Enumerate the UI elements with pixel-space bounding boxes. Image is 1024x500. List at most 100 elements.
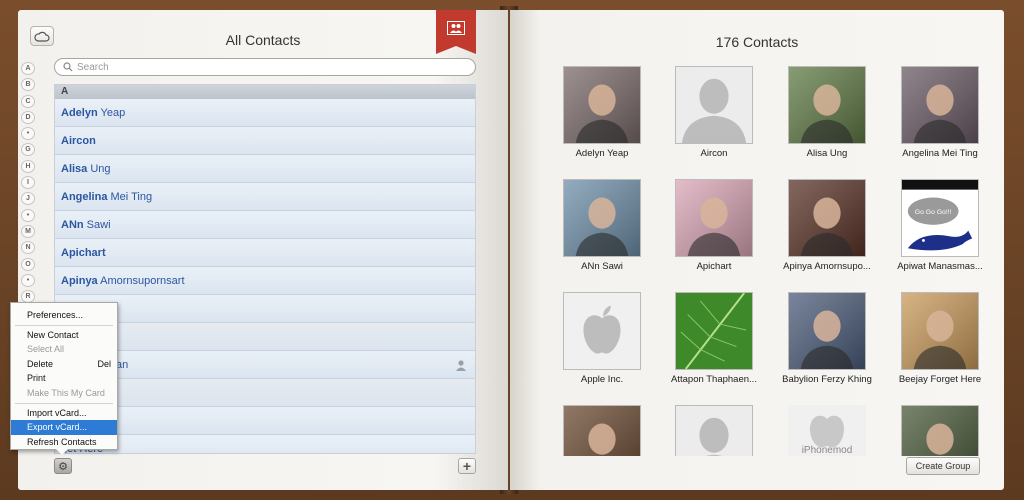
settings-gear-button[interactable]: ⚙	[54, 458, 72, 474]
contact-row[interactable]: Apinya Amornsupornsart	[55, 267, 475, 295]
contact-card[interactable]: Aircon	[664, 66, 764, 159]
contact-card-name: Angelina Mei Ting	[902, 148, 978, 159]
menu-item[interactable]: Preferences...	[11, 308, 117, 323]
menu-item[interactable]: New Contact	[11, 328, 117, 343]
contact-card[interactable]: Attapon Thaphaen...	[664, 292, 764, 385]
index-letter[interactable]: •	[21, 127, 35, 141]
profile-photo	[564, 67, 640, 143]
section-header: A	[55, 85, 475, 99]
contact-card[interactable]: Go Go Go!!! Apiwat Manasmas...	[890, 179, 982, 272]
contact-photo	[563, 179, 641, 257]
contact-card[interactable]: Babylion Ferzy Khing	[777, 292, 877, 385]
right-page: 176 Contacts Adelyn Yeap Aircon Alisa Ung A…	[510, 10, 1004, 490]
index-letter[interactable]: •	[21, 273, 35, 287]
person-placeholder-icon	[676, 67, 752, 143]
contact-row[interactable]: get Here	[55, 435, 475, 453]
contact-last-name: Yeap	[97, 107, 126, 119]
menu-item[interactable]: Delete Del	[11, 357, 117, 372]
profile-photo	[564, 180, 640, 256]
menu-item: Make This My Card	[11, 386, 117, 401]
contact-row[interactable]: Apichart	[55, 239, 475, 267]
index-letter[interactable]: C	[21, 94, 35, 108]
contact-row[interactable]: Angelina Mei Ting	[55, 183, 475, 211]
menu-item: Select All	[11, 342, 117, 357]
contact-card-name: Apiwat Manasmas...	[897, 261, 982, 272]
contact-row[interactable]: erzy Khing	[55, 407, 475, 435]
contact-card-name: Apple Inc.	[580, 374, 624, 385]
contact-row[interactable]: Alisa Ung	[55, 155, 475, 183]
contact-card[interactable]: Alisa Ung	[777, 66, 877, 159]
contact-last-name: Mei Ting	[107, 191, 153, 203]
menu-item-label: Preferences...	[27, 310, 84, 320]
contact-row[interactable]	[55, 323, 475, 351]
contact-row[interactable]	[55, 379, 475, 407]
contact-card[interactable]: Apinya Amornsupo...	[777, 179, 877, 272]
contact-row[interactable]: ANn Sawi	[55, 211, 475, 239]
profile-photo	[902, 406, 978, 456]
index-letter[interactable]: H	[21, 159, 35, 173]
profile-photo	[676, 180, 752, 256]
index-letter[interactable]: A	[21, 62, 35, 75]
contact-card[interactable]: Angelina Mei Ting	[890, 66, 982, 159]
contact-first-name: ANn	[61, 219, 84, 231]
contact-card[interactable]: Apple Inc.	[552, 292, 652, 385]
contact-photo	[788, 292, 866, 370]
menu-item[interactable]: Print	[11, 371, 117, 386]
create-group-button[interactable]: Create Group	[906, 457, 980, 475]
contact-photo	[901, 66, 979, 144]
index-letter[interactable]: N	[21, 241, 35, 255]
index-letter[interactable]: J	[21, 192, 35, 206]
contact-card[interactable]: ANn Sawi	[552, 179, 652, 272]
search-input[interactable]: Search	[54, 58, 476, 76]
contact-card[interactable]: Adelyn Yeap	[552, 66, 652, 159]
contact-card[interactable]	[664, 405, 764, 456]
leaf-photo	[676, 293, 752, 369]
contact-card-name: Babylion Ferzy Khing	[782, 374, 872, 385]
contact-card-grid: Adelyn Yeap Aircon Alisa Ung Angelina Mei T…	[552, 56, 982, 456]
menu-separator	[15, 324, 113, 326]
menu-item-label: Delete	[27, 358, 54, 369]
menu-item-label: Import vCard...	[27, 407, 87, 418]
contact-photo	[675, 179, 753, 257]
index-letter[interactable]: G	[21, 143, 35, 157]
index-letter[interactable]: M	[21, 224, 35, 238]
contact-card[interactable]	[890, 405, 982, 456]
contact-photo: iPhonemod	[788, 405, 866, 456]
contact-photo	[788, 179, 866, 257]
contact-first-name: Angelina	[61, 191, 108, 203]
index-letter[interactable]: B	[21, 78, 35, 92]
contact-card[interactable]: Apichart	[664, 179, 764, 272]
iphonemod-watermark: iPhonemod	[788, 405, 866, 456]
gear-icon: ⚙	[58, 460, 68, 473]
contact-card-name: Alisa Ung	[806, 148, 848, 159]
contact-row[interactable]: Aircon	[55, 127, 475, 155]
whale-image: Go Go Go!!!	[902, 180, 978, 256]
page-title: All Contacts	[225, 32, 301, 48]
profile-photo	[902, 293, 978, 369]
index-letter[interactable]: D	[21, 110, 35, 124]
contact-row[interactable]: Adelyn Yeap	[55, 99, 475, 127]
contact-card-name: Apichart	[696, 261, 732, 272]
settings-menu: Preferences... New Contact Select All Delet…	[10, 302, 118, 450]
contact-card[interactable]: iPhonemod	[777, 405, 877, 456]
contact-card-name: Beejay Forget Here	[898, 374, 982, 385]
menu-item[interactable]: Export vCard...	[11, 420, 117, 435]
contact-card-name: Apinya Amornsupo...	[783, 261, 871, 272]
menu-separator	[15, 402, 113, 404]
contact-row[interactable]: aphaengphan	[55, 351, 475, 379]
address-book-window: All Contacts Search ABCD•GHIJ•MNO•RS•VW•…	[0, 0, 1024, 500]
index-letter[interactable]: I	[21, 176, 35, 190]
profile-photo	[902, 67, 978, 143]
contact-photo	[675, 405, 753, 456]
index-letter[interactable]: •	[21, 208, 35, 222]
index-letter[interactable]: O	[21, 257, 35, 271]
menu-item[interactable]: Refresh Contacts	[11, 435, 117, 450]
menu-item[interactable]: Import vCard...	[11, 406, 117, 421]
contact-first-name: Alisa	[61, 163, 88, 175]
contact-card[interactable]	[552, 405, 652, 456]
contact-photo	[563, 66, 641, 144]
contact-card-name: Aircon	[700, 148, 728, 159]
add-contact-button[interactable]: +	[458, 458, 476, 474]
contact-card[interactable]: Beejay Forget Here	[890, 292, 982, 385]
contact-row[interactable]: nascharoen	[55, 295, 475, 323]
